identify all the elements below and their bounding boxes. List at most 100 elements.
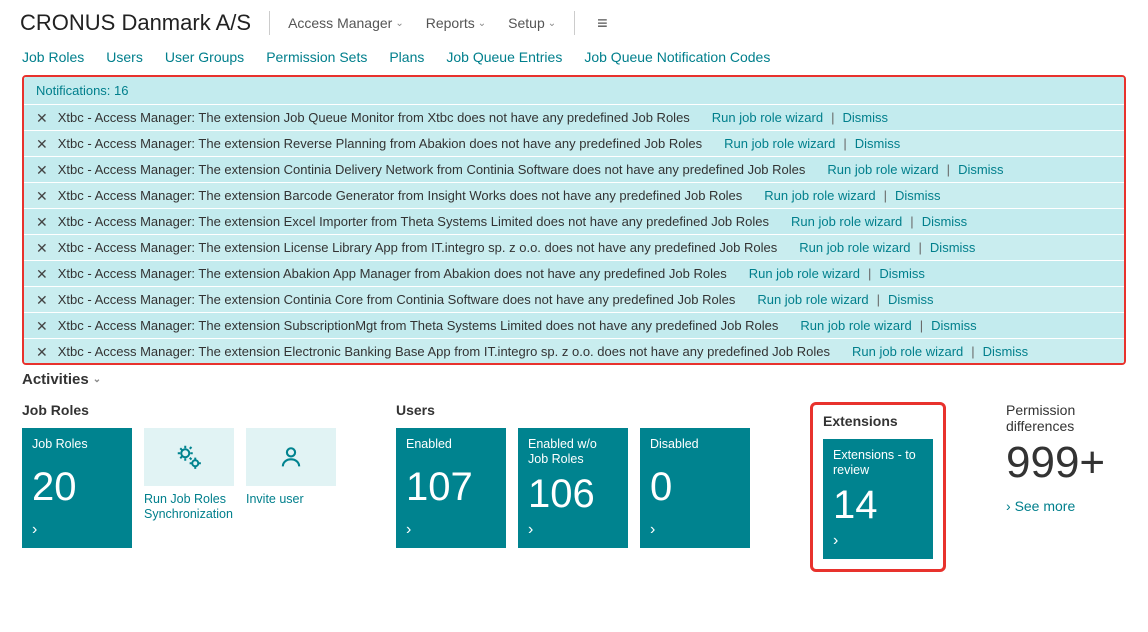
run-wizard-link[interactable]: Run job role wizard [712, 110, 823, 125]
run-wizard-link[interactable]: Run job role wizard [724, 136, 835, 151]
see-more-label: See more [1015, 498, 1076, 514]
run-wizard-link[interactable]: Run job role wizard [791, 214, 902, 229]
dismiss-link[interactable]: Dismiss [842, 110, 888, 125]
close-icon[interactable]: ✕ [36, 345, 48, 359]
nav-link[interactable]: Job Queue Entries [446, 49, 562, 65]
group-title-job-roles: Job Roles [22, 402, 336, 418]
dismiss-link[interactable]: Dismiss [895, 188, 941, 203]
gears-icon [144, 428, 234, 486]
close-icon[interactable]: ✕ [36, 215, 48, 229]
action-run-sync[interactable]: Run Job Roles Synchronization [144, 428, 234, 522]
tile-value: 0 [650, 467, 740, 507]
menu-label: Setup [508, 15, 545, 31]
dismiss-link[interactable]: Dismiss [888, 292, 934, 307]
action-invite-user[interactable]: Invite user [246, 428, 336, 507]
separator: | [868, 266, 871, 281]
divider [269, 11, 270, 35]
tile-label: Job Roles [32, 437, 122, 452]
tile-value: 107 [406, 467, 496, 507]
separator: | [971, 344, 974, 359]
divider [574, 11, 575, 35]
dismiss-link[interactable]: Dismiss [879, 266, 925, 281]
run-wizard-link[interactable]: Run job role wizard [799, 240, 910, 255]
separator: | [920, 318, 923, 333]
dismiss-link[interactable]: Dismiss [930, 240, 976, 255]
extensions-highlight: Extensions Extensions - to review 14 › [810, 402, 946, 572]
tile-label: Disabled [650, 437, 740, 452]
nav-link[interactable]: Plans [389, 49, 424, 65]
close-icon[interactable]: ✕ [36, 293, 48, 307]
nav-link[interactable]: Job Roles [22, 49, 84, 65]
notification-text: Xtbc - Access Manager: The extension Con… [58, 292, 736, 307]
group-title-users: Users [396, 402, 750, 418]
perm-diff-value: 999+ [1006, 438, 1126, 488]
nav-link[interactable]: Permission Sets [266, 49, 367, 65]
tile-users[interactable]: Enabled 107 › [396, 428, 506, 548]
top-menu-item[interactable]: Reports⌄ [426, 15, 486, 31]
notifications-panel: Notifications: 16 ✕Xtbc - Access Manager… [22, 75, 1126, 365]
top-menu-item[interactable]: Setup⌄ [508, 15, 556, 31]
nav-link[interactable]: User Groups [165, 49, 244, 65]
tile-label: Enabled w/o Job Roles [528, 437, 618, 467]
run-wizard-link[interactable]: Run job role wizard [749, 266, 860, 281]
notification-row: ✕ Xtbc - Access Manager: The extension Ab… [24, 260, 1124, 286]
notification-row: ✕ Xtbc - Access Manager: The extension Co… [24, 156, 1124, 182]
close-icon[interactable]: ✕ [36, 189, 48, 203]
action-label: Invite user [246, 492, 304, 507]
close-icon[interactable]: ✕ [36, 241, 48, 255]
run-wizard-link[interactable]: Run job role wizard [852, 344, 963, 359]
separator: | [843, 136, 846, 151]
notification-row: ✕ Xtbc - Access Manager: The extension Jo… [24, 104, 1124, 130]
notification-text: Xtbc - Access Manager: The extension Aba… [58, 266, 727, 281]
chevron-right-icon: › [1006, 498, 1011, 514]
nav-link[interactable]: Users [106, 49, 143, 65]
person-icon [246, 428, 336, 486]
close-icon[interactable]: ✕ [36, 163, 48, 177]
chevron-down-icon: ⌄ [478, 18, 486, 29]
notification-row: ✕Xtbc - Access Manager: The extension El… [24, 338, 1124, 364]
chevron-down-icon: ⌄ [93, 374, 101, 385]
tile-users[interactable]: Disabled 0 › [640, 428, 750, 548]
run-wizard-link[interactable]: Run job role wizard [800, 318, 911, 333]
chevron-right-icon: › [32, 521, 122, 539]
dismiss-link[interactable]: Dismiss [855, 136, 901, 151]
notification-row: ✕Xtbc - Access Manager: The extension Su… [24, 312, 1124, 338]
notification-row: ✕Xtbc - Access Manager: The extension Ba… [24, 182, 1124, 208]
tile-extensions-review[interactable]: Extensions - to review 14 › [823, 439, 933, 559]
nav-link[interactable]: Job Queue Notification Codes [584, 49, 770, 65]
dismiss-link[interactable]: Dismiss [983, 344, 1029, 359]
notification-text: Xtbc - Access Manager: The extension Con… [58, 162, 806, 177]
notification-row: ✕ Xtbc - Access Manager: The extension Re… [24, 130, 1124, 156]
close-icon[interactable]: ✕ [36, 319, 48, 333]
activities-label: Activities [22, 371, 89, 388]
tile-label: Enabled [406, 437, 496, 452]
tile-users[interactable]: Enabled w/o Job Roles106› [518, 428, 628, 548]
run-wizard-link[interactable]: Run job role wizard [757, 292, 868, 307]
close-icon[interactable]: ✕ [36, 267, 48, 281]
notification-text: Xtbc - Access Manager: The extension Rev… [58, 136, 702, 151]
group-title-extensions: Extensions [823, 413, 933, 429]
company-name: CRONUS Danmark A/S [20, 10, 251, 36]
chevron-right-icon: › [528, 521, 618, 539]
top-menu-item[interactable]: Access Manager⌄ [288, 15, 404, 31]
run-wizard-link[interactable]: Run job role wizard [827, 162, 938, 177]
tile-job-roles[interactable]: Job Roles 20 › [22, 428, 132, 548]
dismiss-link[interactable]: Dismiss [958, 162, 1004, 177]
separator: | [910, 214, 913, 229]
dismiss-link[interactable]: Dismiss [931, 318, 977, 333]
chevron-right-icon: › [650, 521, 740, 539]
run-wizard-link[interactable]: Run job role wizard [764, 188, 875, 203]
chevron-down-icon: ⌄ [395, 18, 403, 29]
separator: | [947, 162, 950, 177]
notification-text: Xtbc - Access Manager: The extension Job… [58, 110, 690, 125]
dismiss-link[interactable]: Dismiss [922, 214, 968, 229]
close-icon[interactable]: ✕ [36, 137, 48, 151]
tile-value: 20 [32, 467, 122, 507]
see-more-link[interactable]: › See more [1006, 498, 1126, 514]
hamburger-icon[interactable]: ≡ [597, 13, 608, 34]
tile-value: 14 [833, 485, 923, 525]
action-label: Run Job Roles Synchronization [144, 492, 234, 522]
close-icon[interactable]: ✕ [36, 111, 48, 125]
chevron-right-icon: › [406, 521, 496, 539]
activities-header[interactable]: Activities ⌄ [22, 371, 1126, 388]
